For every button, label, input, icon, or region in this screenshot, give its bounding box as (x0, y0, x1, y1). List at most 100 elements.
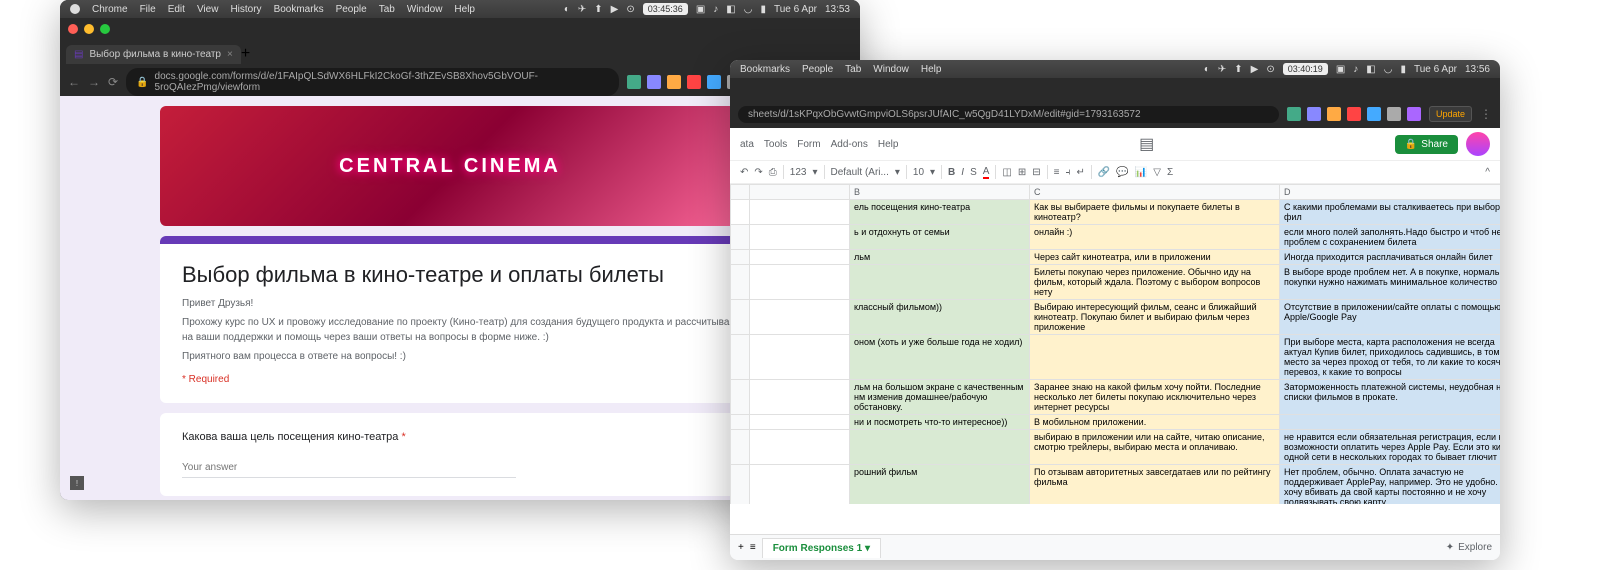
align-icon[interactable]: ≡ (1054, 167, 1060, 178)
back-button[interactable]: ← (68, 75, 80, 89)
extension-icon[interactable] (1287, 107, 1301, 121)
reload-button[interactable]: ⟳ (108, 75, 118, 89)
extension-icon[interactable] (1307, 107, 1321, 121)
status-icon: ◧ (1366, 64, 1375, 75)
menu-people[interactable]: People (802, 60, 833, 78)
menu-file[interactable]: File (140, 0, 156, 18)
spreadsheet-grid[interactable]: B C D ель посещения кино-театраКак вы вы… (730, 184, 1500, 504)
menu-form[interactable]: Form (797, 139, 820, 150)
menu-history[interactable]: History (230, 0, 261, 18)
merge-icon[interactable]: ⊟ (1032, 167, 1040, 178)
menu-tools[interactable]: Tools (764, 139, 787, 150)
extension-icon[interactable] (1327, 107, 1341, 121)
table-row[interactable]: льм на большом экране с качественным нм … (731, 380, 1501, 415)
col-c-header[interactable]: C (1030, 185, 1280, 200)
header-neon-text: CENTRAL CINEMA (339, 155, 581, 177)
question-1-input[interactable] (182, 458, 516, 478)
chrome-menu-icon[interactable]: ⋮ (1480, 107, 1492, 121)
report-button[interactable]: ! (70, 476, 84, 490)
menu-edit[interactable]: Edit (168, 0, 185, 18)
extension-icon[interactable] (1387, 107, 1401, 121)
extension-icon[interactable] (627, 75, 641, 89)
form-header-image: CENTRAL CINEMA (160, 106, 760, 226)
italic-button[interactable]: I (961, 167, 964, 178)
table-row[interactable]: выбираю в приложении или на сайте, читаю… (731, 430, 1501, 465)
menu-people[interactable]: People (336, 0, 367, 18)
add-sheet-button[interactable]: + (738, 542, 744, 553)
address-bar-2[interactable]: sheets/d/1sKPqxObGvwtGmpviOLS6psrJUfAIC_… (738, 106, 1279, 123)
strike-button[interactable]: S (970, 167, 977, 178)
extension-icon[interactable] (667, 75, 681, 89)
menu-addons[interactable]: Add-ons (831, 139, 868, 150)
address-bar[interactable]: 🔒 docs.google.com/forms/d/e/1FAIpQLSdWX6… (126, 68, 619, 96)
new-tab-button[interactable]: + (241, 45, 250, 63)
collapse-icon[interactable]: ^ (1485, 167, 1490, 178)
menu-bookmarks[interactable]: Bookmarks (274, 0, 324, 18)
browser-tab[interactable]: ▤ Выбор фильма в кино-театр × (66, 45, 241, 64)
maximize-window-button[interactable] (100, 24, 110, 34)
table-row[interactable]: льмЧерез сайт кинотеатра, или в приложен… (731, 250, 1501, 265)
link-icon[interactable]: 🔗 (1098, 167, 1110, 178)
wrap-icon[interactable]: ↵ (1076, 167, 1084, 178)
bold-button[interactable]: B (948, 167, 955, 178)
menu-help[interactable]: Help (921, 60, 942, 78)
filter-icon[interactable]: ▽ (1153, 167, 1161, 178)
comment-icon[interactable]: 💬 (1116, 167, 1128, 178)
extension-icon[interactable] (1367, 107, 1381, 121)
print-icon[interactable]: ⎙ (769, 167, 777, 178)
forward-button[interactable]: → (88, 75, 100, 89)
share-button[interactable]: 🔒 Share (1395, 135, 1458, 154)
fill-color-icon[interactable]: ◫ (1002, 167, 1011, 178)
tab-title: Выбор фильма в кино-театр (89, 49, 221, 60)
valign-icon[interactable]: ⫞ (1065, 167, 1070, 178)
data-table: B C D ель посещения кино-театраКак вы вы… (730, 184, 1500, 504)
explore-icon: ✦ (1446, 542, 1454, 553)
col-b-header[interactable]: B (850, 185, 1030, 200)
extensions-2 (1287, 107, 1421, 121)
menu-tab[interactable]: Tab (379, 0, 395, 18)
menu-window[interactable]: Window (407, 0, 443, 18)
sheet-tab-active[interactable]: Form Responses 1 ▾ (762, 538, 881, 558)
menu-help[interactable]: Help (878, 139, 899, 150)
close-window-button[interactable] (68, 24, 78, 34)
menu-data[interactable]: ata (740, 139, 754, 150)
redo-icon[interactable]: ↷ (754, 167, 762, 178)
table-row[interactable]: Билеты покупаю через приложение. Обычно … (731, 265, 1501, 300)
text-color-button[interactable]: A (983, 166, 990, 179)
apple-icon[interactable] (70, 4, 80, 14)
functions-icon[interactable]: Σ (1167, 167, 1173, 178)
extension-icon[interactable] (1347, 107, 1361, 121)
menu-view[interactable]: View (197, 0, 219, 18)
minimize-window-button[interactable] (84, 24, 94, 34)
extension-icon[interactable] (1407, 107, 1421, 121)
close-tab-icon[interactable]: × (227, 49, 233, 60)
sheets-header: ata Tools Form Add-ons Help ▤ 🔒 Share (730, 128, 1500, 161)
extension-icon[interactable] (687, 75, 701, 89)
extension-icon[interactable] (647, 75, 661, 89)
chart-icon[interactable]: 📊 (1135, 167, 1147, 178)
menu-help[interactable]: Help (454, 0, 475, 18)
lock-icon: 🔒 (1405, 139, 1417, 150)
menu-app[interactable]: Chrome (92, 0, 128, 18)
table-row[interactable]: классный фильмом))Выбираю интересующий ф… (731, 300, 1501, 335)
menu-window[interactable]: Window (873, 60, 909, 78)
font-size[interactable]: 10 (913, 167, 924, 178)
comments-icon[interactable]: ▤ (1139, 134, 1154, 154)
all-sheets-button[interactable]: ≡ (750, 542, 756, 553)
table-row[interactable]: рошний фильмПо отзывам авторитетных завс… (731, 465, 1501, 505)
table-row[interactable]: ь и отдохнуть от семьионлайн :)если мног… (731, 225, 1501, 250)
font-selector[interactable]: Default (Ari... (831, 167, 889, 178)
account-avatar[interactable] (1466, 132, 1490, 156)
explore-button[interactable]: ✦ Explore (1446, 542, 1492, 553)
col-d-header[interactable]: D (1280, 185, 1500, 200)
borders-icon[interactable]: ⊞ (1018, 167, 1026, 178)
table-row[interactable]: оном (хоть и уже больше года не ходил)Пр… (731, 335, 1501, 380)
menu-tab[interactable]: Tab (845, 60, 861, 78)
update-button-2[interactable]: Update (1429, 106, 1472, 122)
table-row[interactable]: ни и посмотреть что-то интересное))В моб… (731, 415, 1501, 430)
zoom-selector[interactable]: 123 (790, 167, 807, 178)
undo-icon[interactable]: ↶ (740, 167, 748, 178)
column-headers: B C D (731, 185, 1501, 200)
menu-bookmarks[interactable]: Bookmarks (740, 60, 790, 78)
extension-icon[interactable] (707, 75, 721, 89)
